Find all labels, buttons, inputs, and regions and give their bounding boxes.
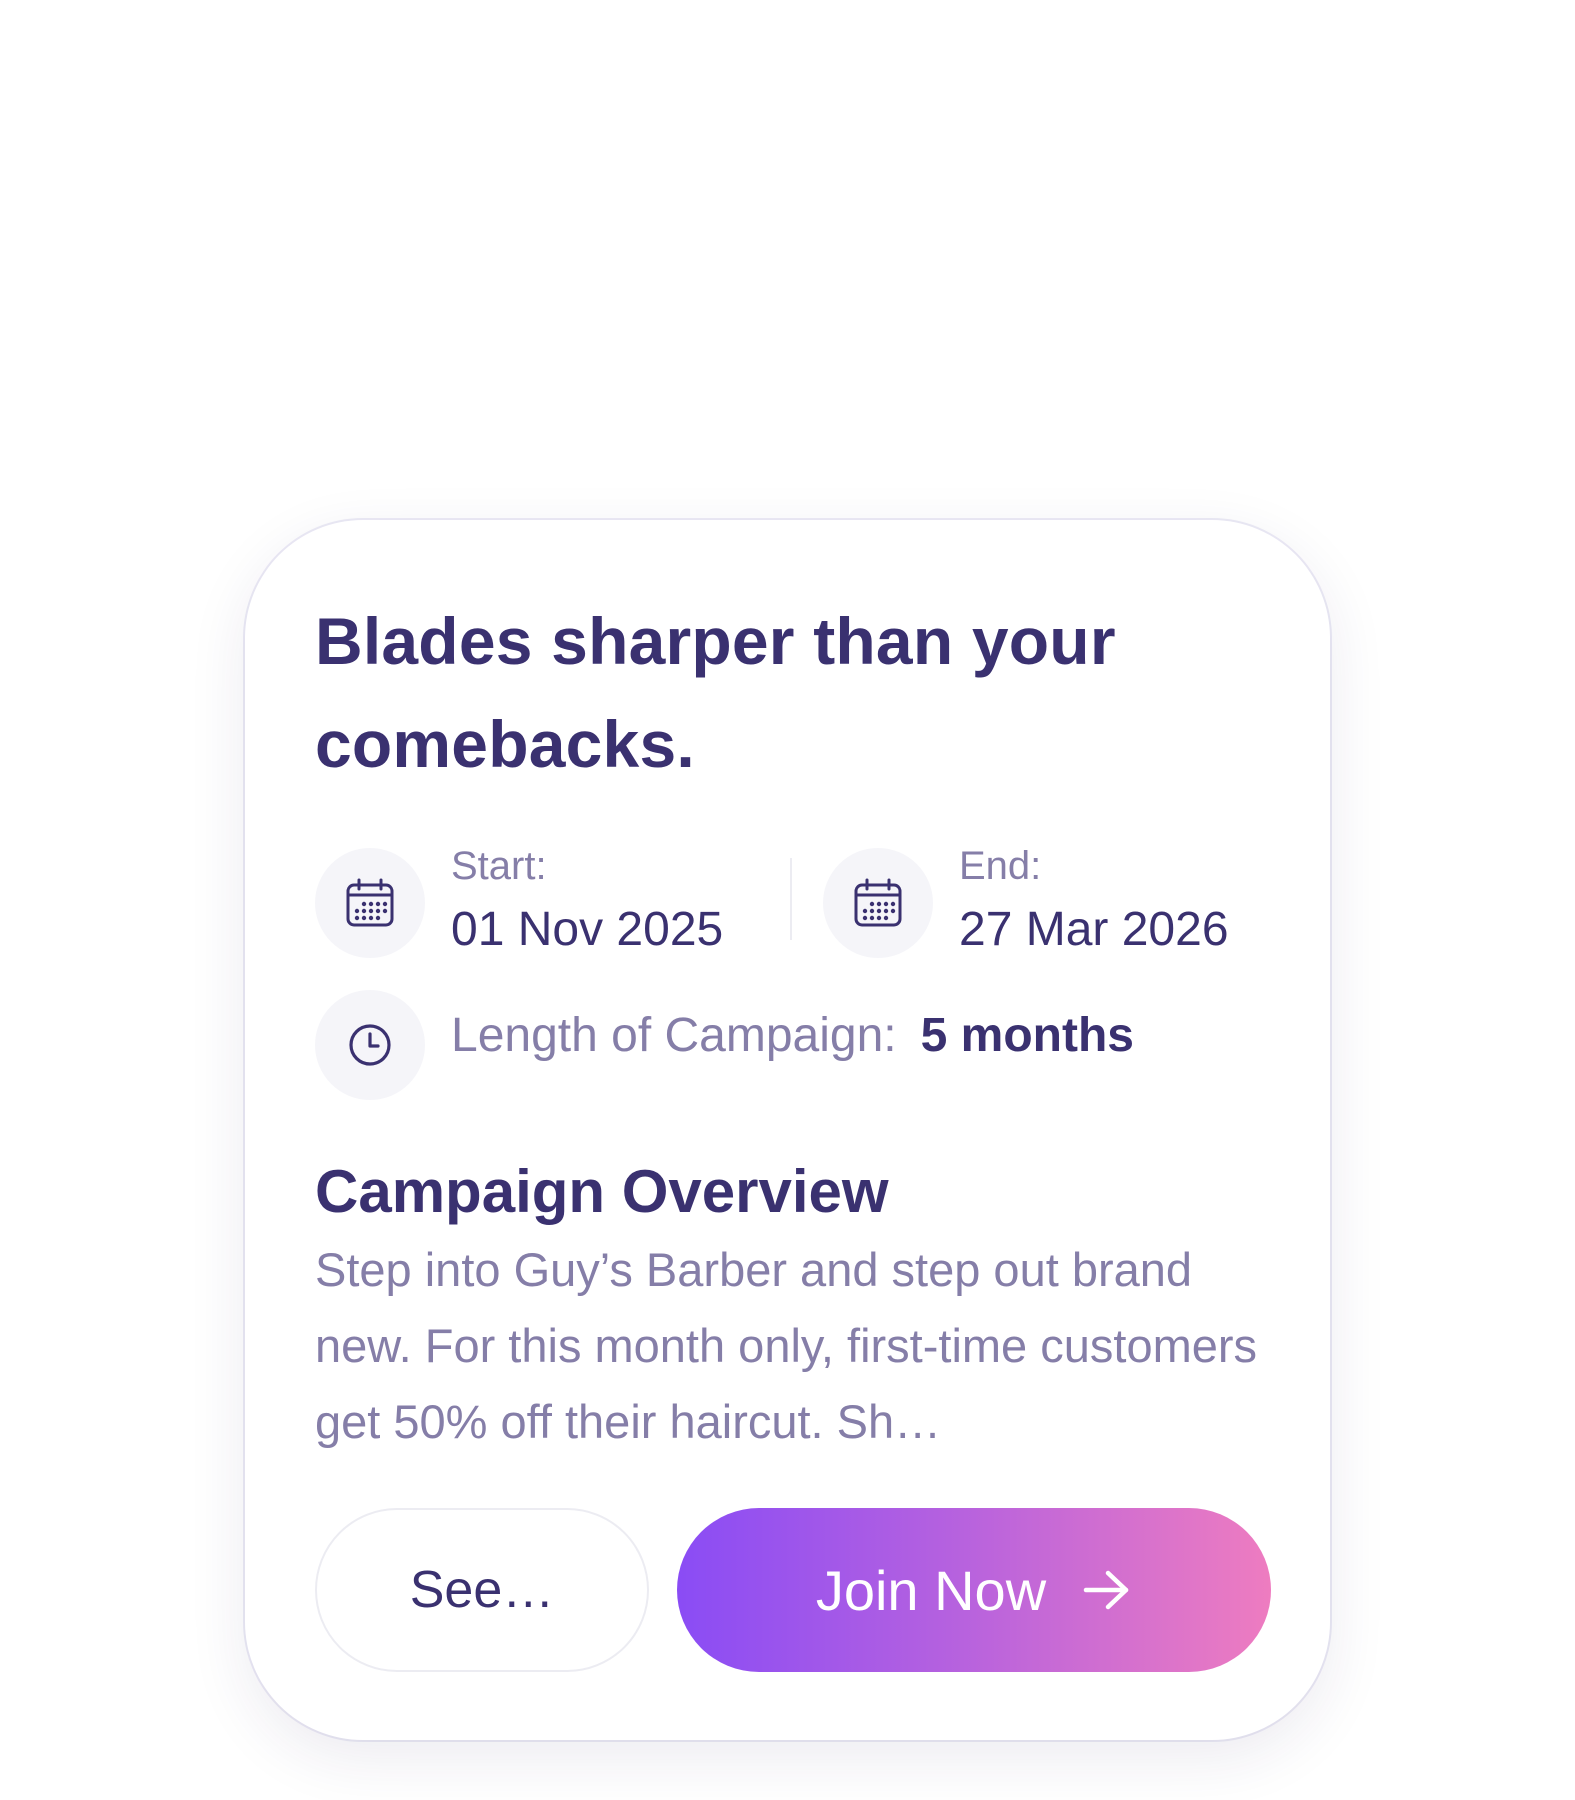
page-background: Blades sharper than your comebacks. Star… xyxy=(0,0,1575,1800)
overview-heading: Campaign Overview xyxy=(315,1158,889,1225)
date-divider xyxy=(790,858,792,940)
campaign-length: Length of Campaign: 5 months xyxy=(451,1008,1134,1064)
overview-text: Step into Guy’s Barber and step out bran… xyxy=(315,1243,1258,1448)
clock-icon xyxy=(315,990,425,1100)
see-more-button[interactable]: See… xyxy=(315,1508,649,1672)
start-label: Start: xyxy=(451,844,547,888)
end-calendar-icon xyxy=(823,848,933,958)
end-label: End: xyxy=(959,844,1042,888)
arrow-right-icon xyxy=(1082,1568,1132,1612)
length-value: 5 months xyxy=(920,1009,1134,1062)
see-more-label: See… xyxy=(409,1561,555,1619)
start-date: 01 Nov 2025 xyxy=(451,903,724,956)
campaign-title: Blades sharper than your comebacks. xyxy=(315,604,1116,781)
end-date: 27 Mar 2026 xyxy=(959,903,1229,956)
start-calendar-icon xyxy=(315,848,425,958)
length-label: Length of Campaign: xyxy=(451,1009,897,1062)
campaign-card: Blades sharper than your comebacks. Star… xyxy=(245,520,1330,1740)
join-now-button[interactable]: Join Now xyxy=(677,1508,1271,1672)
join-now-label: Join Now xyxy=(815,1558,1047,1622)
